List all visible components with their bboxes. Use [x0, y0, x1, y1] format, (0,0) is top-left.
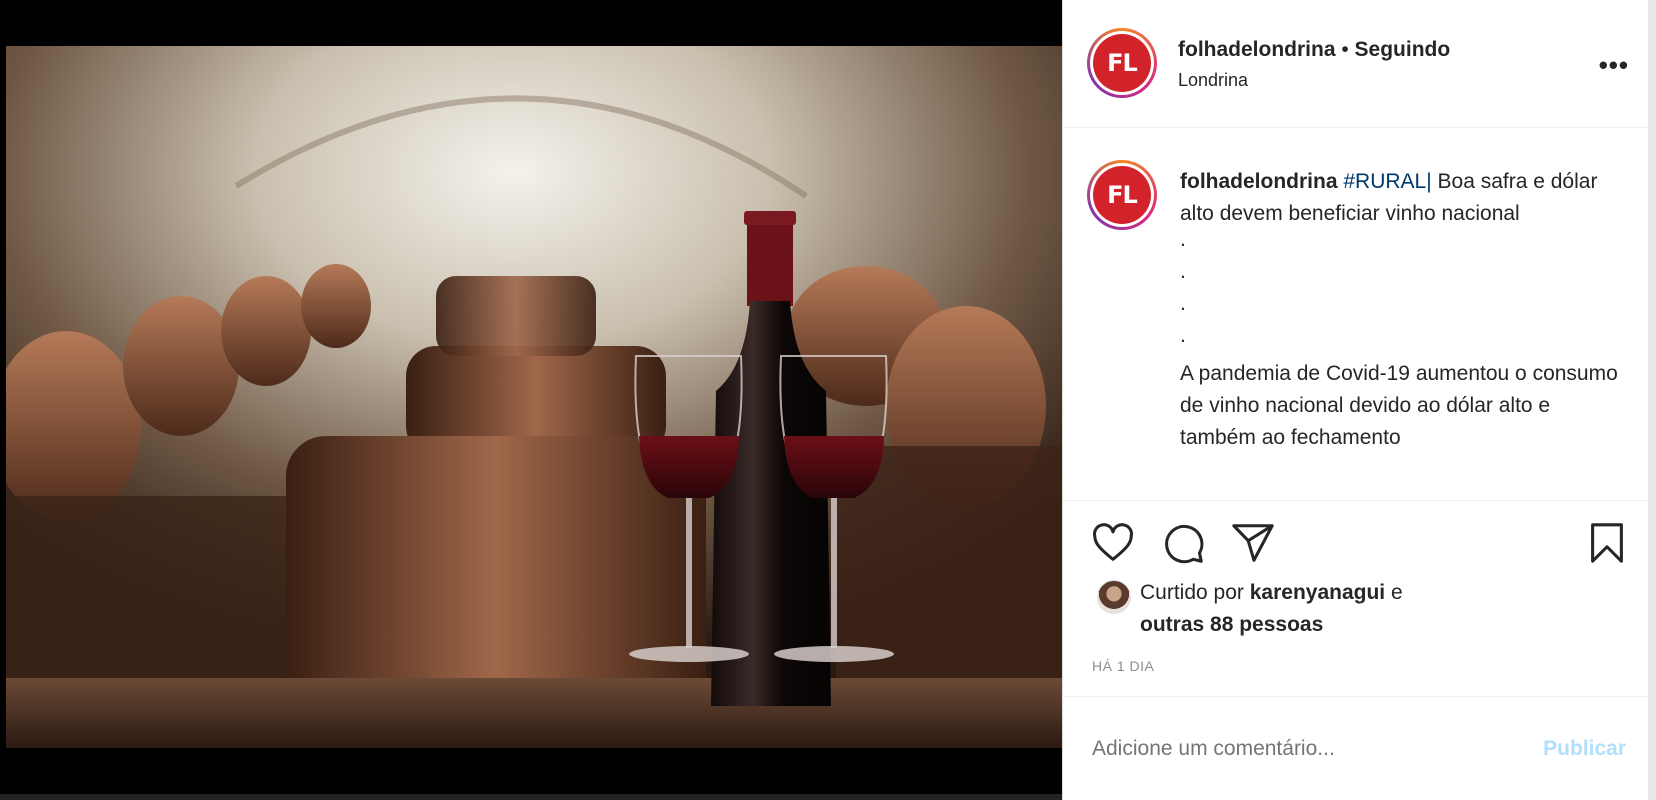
share-icon[interactable] [1230, 520, 1276, 566]
publish-button[interactable]: Publicar [1543, 737, 1626, 761]
wine-cellar-image [6, 46, 1062, 748]
separator-dot: • [1341, 38, 1349, 61]
caption-dot: . [1180, 324, 1186, 347]
post-location[interactable]: Londrina [1178, 70, 1248, 91]
likes-others-link[interactable]: outras 88 pessoas [1140, 613, 1323, 636]
caption-text: folhadelondrina #RURAL| Boa safra e dóla… [1180, 166, 1630, 454]
comment-bar: Publicar [1062, 696, 1656, 800]
author-avatar[interactable]: FL [1087, 28, 1157, 98]
caption-section: FL folhadelondrina #RURAL| Boa safra e d… [1063, 128, 1656, 500]
heart-icon[interactable] [1090, 520, 1136, 566]
follow-status[interactable]: Seguindo [1355, 38, 1451, 61]
comment-input[interactable] [1092, 733, 1512, 765]
brand-logo: FL [1093, 34, 1151, 92]
bookmark-icon[interactable] [1584, 520, 1630, 566]
caption-dot: . [1180, 292, 1186, 315]
caption-body: A pandemia de Covid-19 aumentou o consum… [1180, 362, 1618, 449]
hashtag-link[interactable]: #RURAL| [1343, 170, 1431, 193]
caption-author-avatar[interactable]: FL [1087, 160, 1157, 230]
caption-author-username[interactable]: folhadelondrina [1180, 170, 1338, 193]
likes-prefix: Curtido por [1140, 581, 1244, 604]
post-header: FL folhadelondrina • Seguindo Londrina •… [1063, 0, 1656, 128]
post-panel: FL folhadelondrina • Seguindo Londrina •… [1062, 0, 1656, 800]
post-media[interactable] [0, 0, 1062, 800]
likes-summary: Curtido por karenyanagui e outras 88 pes… [1140, 577, 1403, 641]
liker-username[interactable]: karenyanagui [1250, 581, 1385, 604]
post-timestamp[interactable]: HÁ 1 DIA [1092, 658, 1154, 674]
window-edge [1648, 0, 1656, 800]
comment-icon[interactable] [1160, 520, 1206, 566]
brand-logo: FL [1093, 166, 1151, 224]
more-options-icon[interactable]: ••• [1599, 50, 1629, 81]
caption-dot: . [1180, 260, 1186, 283]
carousel-strip [0, 794, 1062, 800]
author-username[interactable]: folhadelondrina [1178, 38, 1336, 61]
caption-dots: . . . . [1180, 228, 1630, 358]
likes-conjunction: e [1390, 581, 1403, 604]
post-photo[interactable] [6, 46, 1062, 748]
caption-dot: . [1180, 228, 1186, 251]
liker-avatar[interactable] [1097, 580, 1131, 614]
post-author-line: folhadelondrina • Seguindo [1178, 38, 1450, 62]
